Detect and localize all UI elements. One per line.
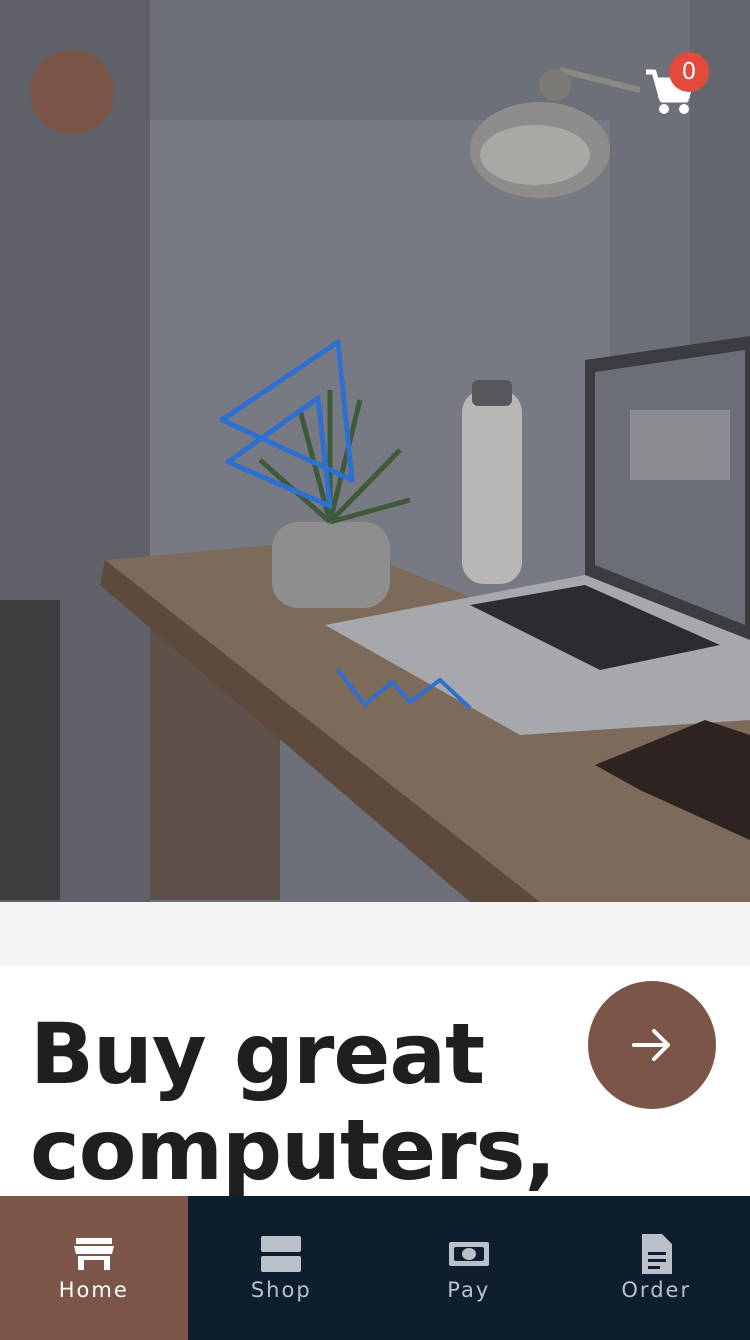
section-divider — [0, 902, 750, 966]
tab-label-order: Order — [621, 1278, 692, 1302]
promo-section: Buy great computers, — [0, 966, 750, 1196]
hero-banner: 0 — [0, 0, 750, 902]
cart-count-badge: 0 — [669, 52, 709, 92]
avatar[interactable] — [30, 50, 114, 134]
tab-pay[interactable]: Pay — [375, 1196, 563, 1340]
hero-photo — [0, 0, 750, 902]
tab-label-shop: Shop — [250, 1278, 312, 1302]
tab-order[interactable]: Order — [563, 1196, 750, 1340]
arrow-right-icon — [632, 1029, 670, 1061]
next-button[interactable] — [588, 981, 716, 1109]
store-icon — [73, 1238, 114, 1270]
document-icon — [642, 1234, 673, 1274]
tab-shop[interactable]: Shop — [188, 1196, 376, 1340]
page-title: Buy great computers, — [30, 1005, 556, 1196]
money-icon — [448, 1242, 489, 1266]
tab-label-pay: Pay — [447, 1278, 491, 1302]
tab-label-home: Home — [58, 1278, 129, 1302]
bottom-tab-bar: Home Shop Pay Order — [0, 1196, 750, 1340]
grid-icon — [261, 1236, 302, 1272]
tab-home[interactable]: Home — [0, 1196, 188, 1340]
